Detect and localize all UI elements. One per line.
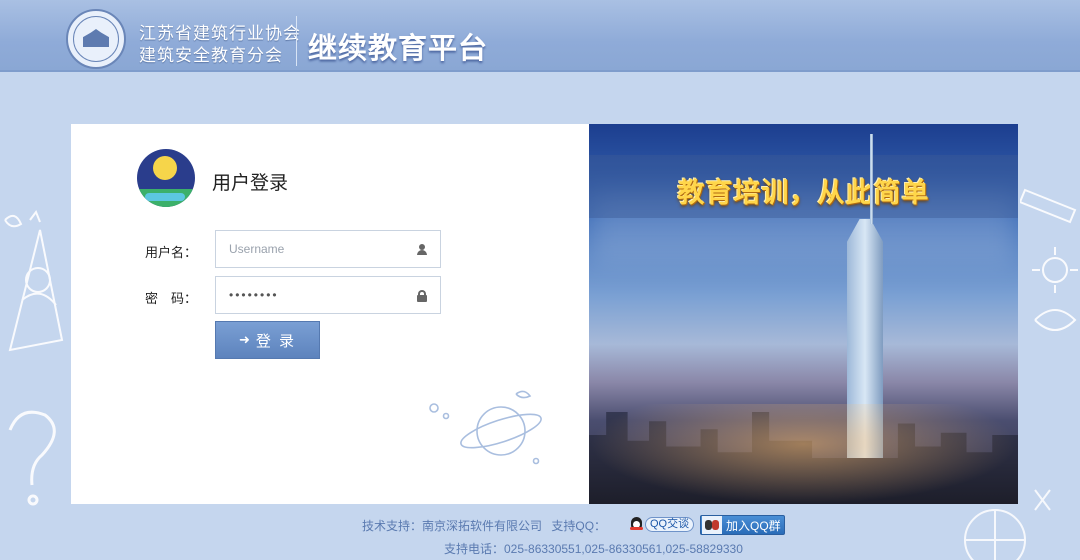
question-mark-doodle [8, 410, 56, 506]
city-lights-glow [589, 404, 1018, 504]
qq-chat-button[interactable]: QQ交谈 [630, 516, 695, 533]
org-name-line2: 建筑安全教育分会 [139, 46, 283, 65]
planet-doodle [429, 390, 542, 465]
skyscraper-spire [870, 134, 873, 224]
qq-group-icon [702, 516, 722, 534]
user-avatar-icon [137, 149, 195, 207]
footer-tech-support: 技术支持：南京深拓软件有限公司 支持QQ： [362, 517, 606, 534]
math-doodle-left [4, 209, 64, 352]
login-card: 用户登录 用户名： 密 码： ➜ 登 录 教育培训，从此简单 [71, 124, 1018, 504]
banner-slogan: 教育培训，从此简单 [677, 178, 930, 208]
association-logo [66, 9, 126, 69]
header-divider [296, 16, 297, 66]
login-title: 用户登录 [212, 173, 289, 194]
city-banner-image: 教育培训，从此简单 [589, 124, 1018, 504]
math-doodle-right [1020, 188, 1078, 331]
user-icon [416, 244, 428, 256]
qq-support-label: 支持QQ： [551, 519, 607, 533]
avatar-lake [145, 193, 185, 201]
sign-in-icon: ➜ [238, 332, 250, 347]
footer-phone: 支持电话：025-86330551,025-86330561,025-58829… [444, 542, 743, 556]
login-button[interactable]: ➜ 登 录 [215, 321, 320, 359]
qq-penguin-icon [630, 517, 643, 532]
username-label: 用户名： [145, 245, 198, 260]
tech-support-text: 技术支持：南京深拓软件有限公司 [362, 519, 543, 533]
header-bar: 江苏省建筑行业协会 建筑安全教育分会 继续教育平台 [0, 0, 1080, 72]
platform-title: 继续教育平台 [308, 33, 489, 65]
avatar-moon [153, 156, 177, 180]
lock-icon [416, 290, 428, 302]
join-qq-group-button[interactable]: 加入QQ群 [700, 515, 785, 535]
join-qq-group-label: 加入QQ群 [726, 518, 781, 533]
qq-chat-label: QQ交谈 [645, 517, 695, 532]
username-input[interactable] [215, 230, 441, 268]
login-button-label: 登 录 [255, 332, 297, 350]
password-label: 密 码： [145, 291, 198, 306]
password-input[interactable] [215, 276, 441, 314]
